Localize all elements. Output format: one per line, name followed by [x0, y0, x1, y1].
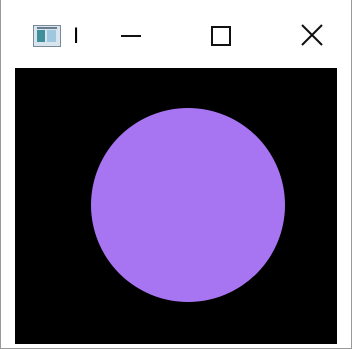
render-canvas[interactable]	[15, 68, 337, 344]
minimize-icon	[121, 35, 141, 37]
title-bar[interactable]: I	[1, 0, 351, 68]
close-icon	[301, 24, 323, 46]
app-window-icon[interactable]	[33, 25, 61, 47]
close-button[interactable]	[267, 0, 351, 68]
app-icon-pane-right	[47, 30, 56, 42]
maximize-button[interactable]	[177, 0, 267, 68]
app-icon-titlebar-stripe	[37, 27, 57, 29]
minimize-button[interactable]	[87, 0, 177, 68]
maximize-icon	[211, 26, 231, 46]
app-icon-pane-left	[37, 30, 45, 42]
app-window: I	[0, 0, 352, 349]
window-title: I	[73, 23, 80, 48]
purple-circle	[91, 108, 285, 302]
